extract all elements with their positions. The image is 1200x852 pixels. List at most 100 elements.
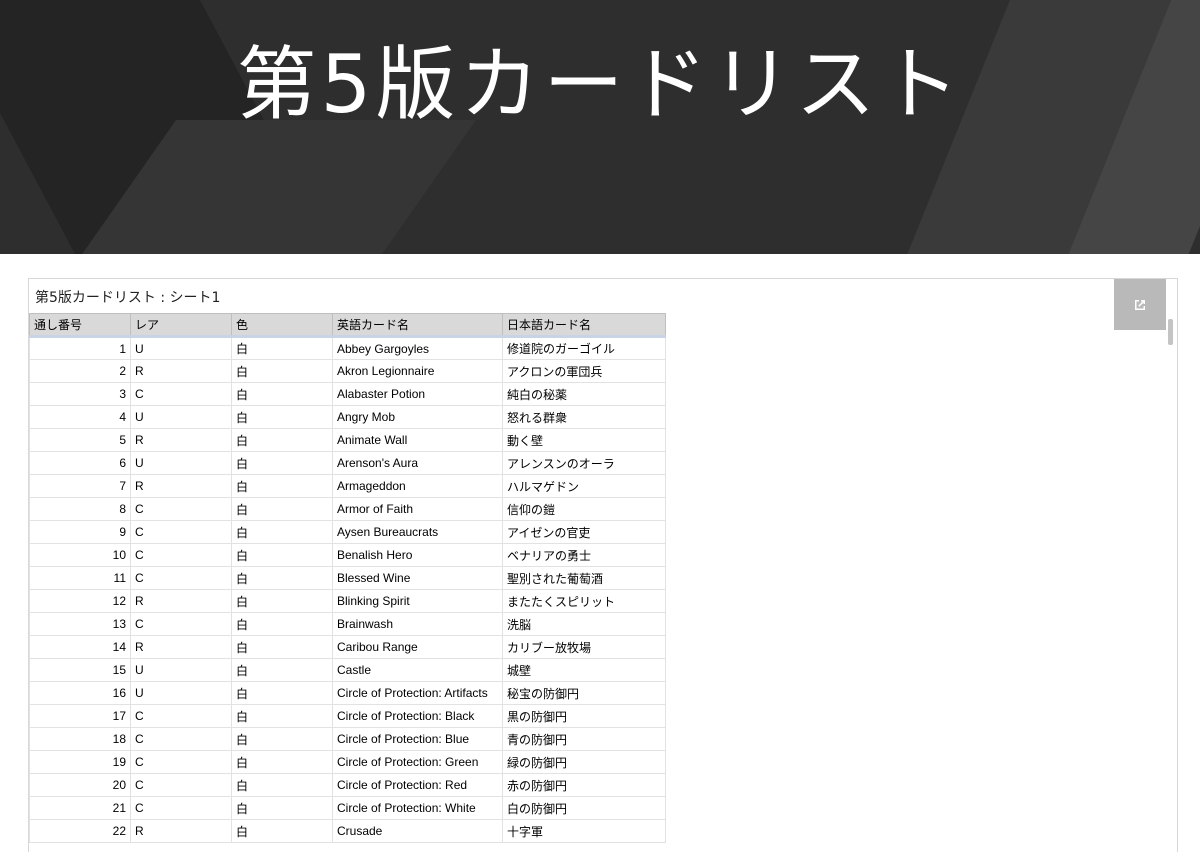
cell-rarity[interactable]: U <box>130 336 232 360</box>
column-header-japanese-name[interactable]: 日本語カード名 <box>502 313 666 338</box>
cell-english-name[interactable]: Alabaster Potion <box>332 382 503 406</box>
cell-japanese-name[interactable]: 秘宝の防御円 <box>502 681 666 705</box>
cell-number[interactable]: 19 <box>29 750 131 774</box>
cell-japanese-name[interactable]: ハルマゲドン <box>502 474 666 498</box>
cell-number[interactable]: 6 <box>29 451 131 475</box>
embedded-spreadsheet[interactable]: 第5版カードリスト : シート1 通し番号 レア 色 英語カード名 日本語カード… <box>28 278 1178 852</box>
column-header-english-name[interactable]: 英語カード名 <box>332 313 503 338</box>
cell-japanese-name[interactable]: 聖別された葡萄酒 <box>502 566 666 590</box>
cell-color[interactable]: 白 <box>231 451 333 475</box>
cell-number[interactable]: 21 <box>29 796 131 820</box>
cell-number[interactable]: 17 <box>29 704 131 728</box>
cell-english-name[interactable]: Circle of Protection: Black <box>332 704 503 728</box>
cell-number[interactable]: 9 <box>29 520 131 544</box>
cell-number[interactable]: 3 <box>29 382 131 406</box>
cell-english-name[interactable]: Abbey Gargoyles <box>332 336 503 360</box>
cell-rarity[interactable]: C <box>130 773 232 797</box>
cell-color[interactable]: 白 <box>231 819 333 843</box>
cell-english-name[interactable]: Crusade <box>332 819 503 843</box>
cell-japanese-name[interactable]: 青の防御円 <box>502 727 666 751</box>
cell-english-name[interactable]: Armageddon <box>332 474 503 498</box>
cell-color[interactable]: 白 <box>231 474 333 498</box>
cell-color[interactable]: 白 <box>231 681 333 705</box>
cell-rarity[interactable]: C <box>130 727 232 751</box>
cell-english-name[interactable]: Circle of Protection: Blue <box>332 727 503 751</box>
cell-number[interactable]: 4 <box>29 405 131 429</box>
cell-english-name[interactable]: Aysen Bureaucrats <box>332 520 503 544</box>
cell-color[interactable]: 白 <box>231 336 333 360</box>
cell-english-name[interactable]: Castle <box>332 658 503 682</box>
cell-number[interactable]: 13 <box>29 612 131 636</box>
cell-number[interactable]: 5 <box>29 428 131 452</box>
cell-japanese-name[interactable]: 純白の秘薬 <box>502 382 666 406</box>
cell-rarity[interactable]: C <box>130 612 232 636</box>
cell-rarity[interactable]: U <box>130 451 232 475</box>
cell-rarity[interactable]: C <box>130 704 232 728</box>
cell-color[interactable]: 白 <box>231 566 333 590</box>
cell-color[interactable]: 白 <box>231 635 333 659</box>
cell-rarity[interactable]: C <box>130 796 232 820</box>
scrollbar-thumb[interactable] <box>1168 319 1173 345</box>
cell-number[interactable]: 15 <box>29 658 131 682</box>
cell-english-name[interactable]: Blessed Wine <box>332 566 503 590</box>
cell-english-name[interactable]: Animate Wall <box>332 428 503 452</box>
cell-number[interactable]: 1 <box>29 336 131 360</box>
cell-rarity[interactable]: C <box>130 520 232 544</box>
cell-rarity[interactable]: R <box>130 635 232 659</box>
cell-rarity[interactable]: R <box>130 359 232 383</box>
cell-color[interactable]: 白 <box>231 543 333 567</box>
cell-japanese-name[interactable]: 城壁 <box>502 658 666 682</box>
cell-english-name[interactable]: Brainwash <box>332 612 503 636</box>
cell-rarity[interactable]: U <box>130 681 232 705</box>
cell-color[interactable]: 白 <box>231 727 333 751</box>
cell-english-name[interactable]: Armor of Faith <box>332 497 503 521</box>
cell-color[interactable]: 白 <box>231 428 333 452</box>
cell-number[interactable]: 8 <box>29 497 131 521</box>
cell-japanese-name[interactable]: 洗脳 <box>502 612 666 636</box>
cell-number[interactable]: 22 <box>29 819 131 843</box>
cell-japanese-name[interactable]: 動く壁 <box>502 428 666 452</box>
column-header-rarity[interactable]: レア <box>130 313 232 338</box>
cell-color[interactable]: 白 <box>231 382 333 406</box>
cell-rarity[interactable]: C <box>130 382 232 406</box>
cell-rarity[interactable]: U <box>130 658 232 682</box>
cell-japanese-name[interactable]: 緑の防御円 <box>502 750 666 774</box>
cell-japanese-name[interactable]: アクロンの軍団兵 <box>502 359 666 383</box>
cell-rarity[interactable]: R <box>130 589 232 613</box>
cell-japanese-name[interactable]: アレンスンのオーラ <box>502 451 666 475</box>
cell-japanese-name[interactable]: 赤の防御円 <box>502 773 666 797</box>
cell-number[interactable]: 14 <box>29 635 131 659</box>
cell-color[interactable]: 白 <box>231 520 333 544</box>
cell-number[interactable]: 11 <box>29 566 131 590</box>
cell-rarity[interactable]: C <box>130 543 232 567</box>
cell-color[interactable]: 白 <box>231 405 333 429</box>
cell-color[interactable]: 白 <box>231 612 333 636</box>
cell-english-name[interactable]: Circle of Protection: Artifacts <box>332 681 503 705</box>
cell-english-name[interactable]: Circle of Protection: Red <box>332 773 503 797</box>
cell-number[interactable]: 20 <box>29 773 131 797</box>
column-header-color[interactable]: 色 <box>231 313 333 338</box>
cell-color[interactable]: 白 <box>231 773 333 797</box>
cell-color[interactable]: 白 <box>231 658 333 682</box>
cell-rarity[interactable]: C <box>130 497 232 521</box>
cell-number[interactable]: 10 <box>29 543 131 567</box>
cell-japanese-name[interactable]: 怒れる群衆 <box>502 405 666 429</box>
column-header-number[interactable]: 通し番号 <box>29 313 131 338</box>
cell-number[interactable]: 12 <box>29 589 131 613</box>
cell-number[interactable]: 2 <box>29 359 131 383</box>
cell-japanese-name[interactable]: 十字軍 <box>502 819 666 843</box>
cell-color[interactable]: 白 <box>231 359 333 383</box>
cell-japanese-name[interactable]: ベナリアの勇士 <box>502 543 666 567</box>
cell-color[interactable]: 白 <box>231 704 333 728</box>
cell-japanese-name[interactable]: カリブー放牧場 <box>502 635 666 659</box>
cell-rarity[interactable]: R <box>130 474 232 498</box>
cell-japanese-name[interactable]: 修道院のガーゴイル <box>502 336 666 360</box>
cell-rarity[interactable]: R <box>130 819 232 843</box>
cell-japanese-name[interactable]: またたくスピリット <box>502 589 666 613</box>
cell-number[interactable]: 16 <box>29 681 131 705</box>
cell-number[interactable]: 7 <box>29 474 131 498</box>
cell-english-name[interactable]: Blinking Spirit <box>332 589 503 613</box>
cell-color[interactable]: 白 <box>231 750 333 774</box>
cell-english-name[interactable]: Caribou Range <box>332 635 503 659</box>
cell-color[interactable]: 白 <box>231 589 333 613</box>
